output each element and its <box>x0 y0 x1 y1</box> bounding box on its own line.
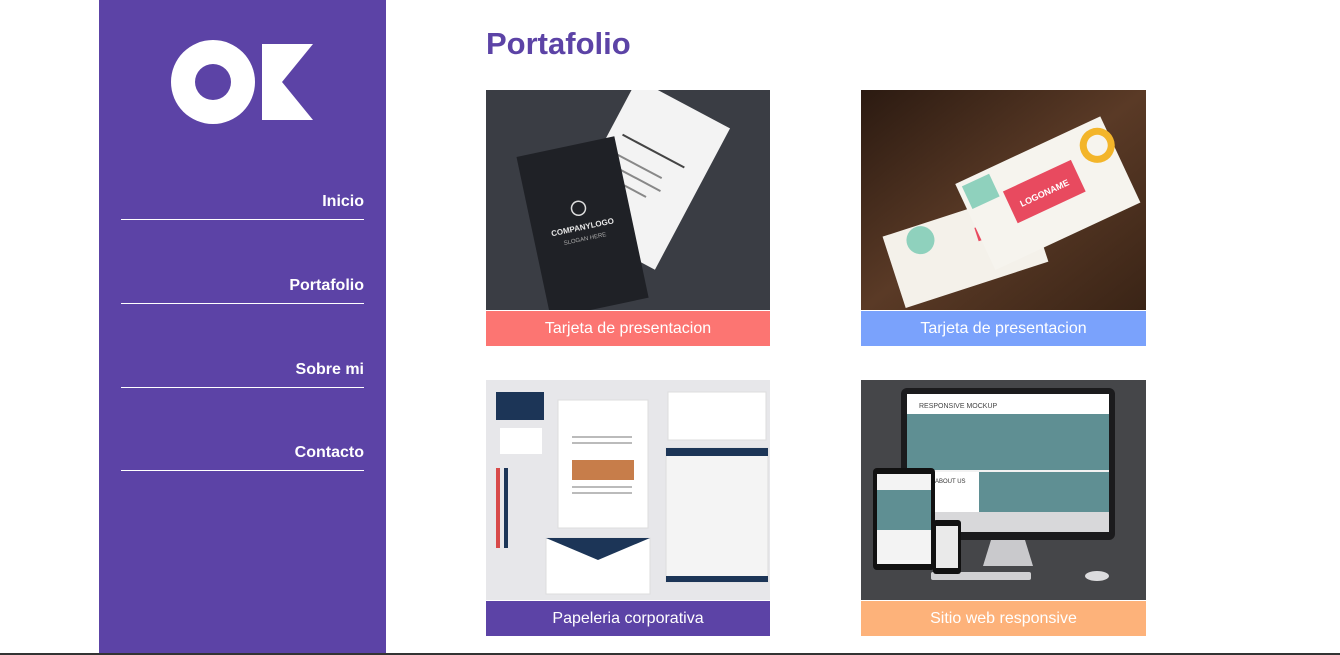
card-caption: Tarjeta de presentacion <box>861 311 1146 346</box>
card-caption: Sitio web responsive <box>861 601 1146 636</box>
nav-item-label: Contacto <box>294 444 364 461</box>
portfolio-image <box>486 380 770 600</box>
page-title: Portafolio <box>486 26 631 61</box>
card-caption: Papeleria corporativa <box>486 601 770 636</box>
nav-item-label: Inicio <box>322 193 364 210</box>
sidebar: Inicio Portafolio Sobre mi Contacto <box>99 0 386 655</box>
portfolio-image: LOGONAME <box>861 90 1146 310</box>
portfolio-card-responsive-site[interactable]: RESPONSIVE MOCKUP ABOUT US Sitio web res… <box>861 380 1146 636</box>
ok-logo[interactable] <box>170 40 315 124</box>
nav-item-inicio[interactable]: Inicio <box>121 193 364 220</box>
portfolio-card-business-card-dark[interactable]: COMPANYLOGO SLOGAN HERE Tarjeta de prese… <box>486 90 770 346</box>
page: Inicio Portafolio Sobre mi Contacto Port… <box>0 0 1340 655</box>
portfolio-card-business-card-color[interactable]: LOGONAME Tarjeta de presentacion <box>861 90 1146 346</box>
portfolio-card-stationery[interactable]: Papeleria corporativa <box>486 380 770 636</box>
portfolio-image: COMPANYLOGO SLOGAN HERE <box>486 90 770 310</box>
mockup-header: RESPONSIVE MOCKUP <box>919 403 998 410</box>
mockup-about: ABOUT US <box>935 479 966 485</box>
card-caption: Tarjeta de presentacion <box>486 311 770 346</box>
nav-item-label: Portafolio <box>289 277 364 294</box>
nav-item-portafolio[interactable]: Portafolio <box>121 277 364 304</box>
nav-item-label: Sobre mi <box>295 361 364 378</box>
nav-item-contacto[interactable]: Contacto <box>121 444 364 471</box>
portfolio-image: RESPONSIVE MOCKUP ABOUT US <box>861 380 1146 600</box>
nav-item-sobre-mi[interactable]: Sobre mi <box>121 361 364 388</box>
